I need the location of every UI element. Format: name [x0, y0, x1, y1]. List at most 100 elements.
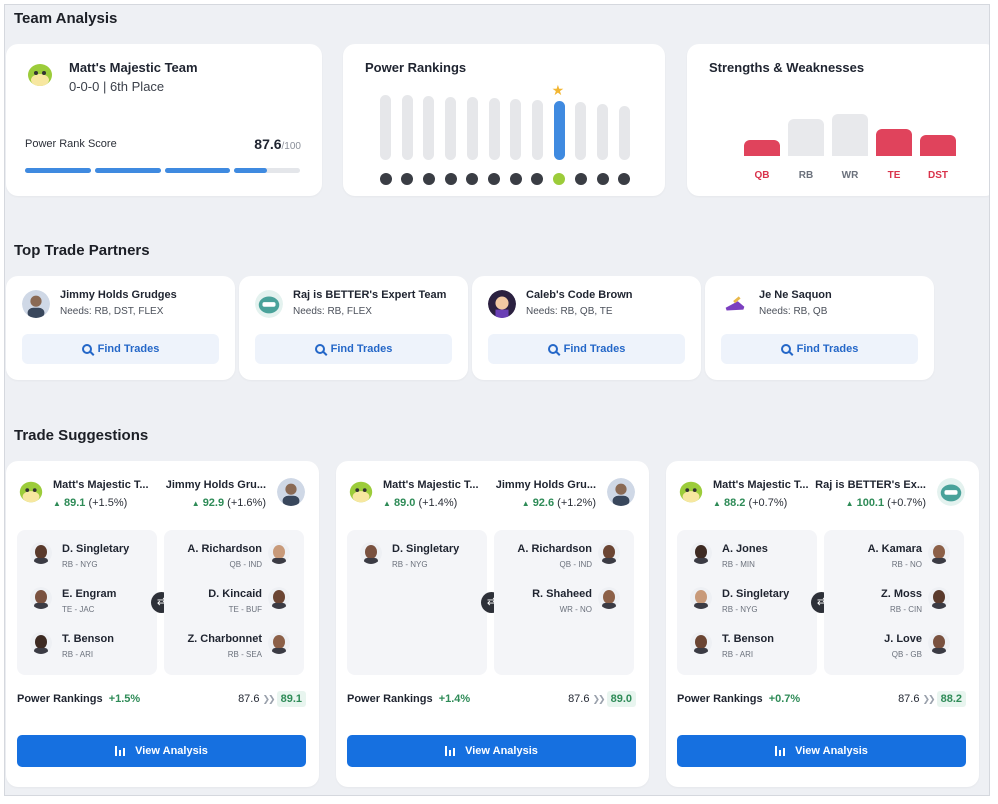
- view-analysis-label: View Analysis: [135, 745, 208, 757]
- power-rankings-compare: 87.6 ❯❯ 88.2: [898, 691, 966, 707]
- find-trades-button[interactable]: Find Trades: [721, 334, 918, 364]
- star-icon: ★: [551, 81, 565, 98]
- player-name: Z. Moss: [881, 588, 922, 600]
- partner-team-score: ▲ 92.6 (+1.2%): [521, 497, 596, 509]
- player-position: RB - NO: [891, 560, 922, 569]
- player-name: A. Richardson: [187, 543, 262, 555]
- player-photo: [598, 587, 620, 609]
- team-logo-icon: [444, 173, 457, 185]
- view-analysis-button[interactable]: View Analysis: [347, 735, 636, 767]
- player-row[interactable]: Z. Charbonnet RB - SEA: [164, 630, 304, 670]
- search-icon: [547, 344, 558, 354]
- strength-label-te: TE: [887, 170, 901, 181]
- power-rank-bar: [575, 102, 587, 160]
- trade-suggestion-card: Matt's Majestic T... ▲ 88.2 (+0.7%) Raj is…: [666, 461, 979, 787]
- player-row[interactable]: D. Singletary RB - NYG: [677, 585, 817, 625]
- player-row[interactable]: J. Love QB - GB: [824, 630, 964, 670]
- player-position: RB - MIN: [722, 560, 755, 569]
- partner-team-score: ▲ 92.9 (+1.6%): [191, 497, 266, 509]
- player-row[interactable]: T. Benson RB - ARI: [17, 630, 157, 670]
- player-name: D. Singletary: [392, 543, 460, 555]
- player-photo: [690, 587, 712, 609]
- player-photo: [30, 587, 52, 609]
- power-rankings-compare: 87.6 ❯❯ 89.0: [568, 691, 636, 707]
- player-name: T. Benson: [62, 633, 114, 645]
- partner-name: Raj is BETTER's Expert Team: [293, 289, 447, 301]
- power-rank-bar: [380, 95, 391, 160]
- bar-chart-icon: [115, 746, 127, 756]
- player-row[interactable]: A. Jones RB - MIN: [677, 540, 817, 580]
- team-logo-icon: [574, 173, 587, 185]
- player-position: TE - BUF: [228, 605, 262, 614]
- find-trades-button[interactable]: Find Trades: [22, 334, 219, 364]
- partner-avatar: [22, 290, 50, 318]
- player-position: QB - IND: [559, 560, 592, 569]
- team-logo-icon: [422, 173, 435, 185]
- strength-label-rb: RB: [798, 170, 814, 181]
- strengths-title: Strengths & Weaknesses: [709, 60, 865, 75]
- strength-label-wr: WR: [841, 170, 859, 181]
- strength-bar-dst: [920, 134, 956, 156]
- partner-name: Caleb's Code Brown: [526, 289, 633, 301]
- power-rankings-card: Power Rankings ★: [343, 44, 665, 196]
- player-position: RB - SEA: [227, 650, 262, 659]
- player-name: A. Jones: [722, 543, 768, 555]
- team-record: 0-0-0 | 6th Place: [69, 79, 165, 94]
- search-icon: [314, 344, 325, 354]
- double-chevron-right-icon: ❯❯: [262, 693, 275, 704]
- player-row[interactable]: Z. Moss RB - CIN: [824, 585, 964, 625]
- power-rank-segment: [234, 168, 300, 173]
- player-row[interactable]: A. Kamara RB - NO: [824, 540, 964, 580]
- partner-avatar: [488, 290, 516, 318]
- team-logo-icon: [25, 60, 55, 90]
- arrow-up-icon: ▲: [845, 499, 854, 508]
- double-chevron-right-icon: ❯❯: [592, 693, 605, 704]
- power-rankings-change: Power Rankings +0.7%: [677, 693, 801, 705]
- player-row[interactable]: R. Shaheed WR - NO: [494, 585, 634, 625]
- partner-needs: Needs: RB, QB, TE: [526, 306, 613, 317]
- arrow-up-icon: ▲: [383, 499, 391, 508]
- player-row[interactable]: D. Singletary RB - NYG: [17, 540, 157, 580]
- view-analysis-button[interactable]: View Analysis: [677, 735, 966, 767]
- trade-partner-card: Caleb's Code Brown Needs: RB, QB, TE Find …: [472, 276, 701, 380]
- strength-bar-te: [876, 129, 912, 156]
- find-trades-button[interactable]: Find Trades: [488, 334, 685, 364]
- power-rank-bar: [510, 98, 522, 160]
- player-row[interactable]: E. Engram TE - JAC: [17, 585, 157, 625]
- player-photo: [928, 587, 950, 609]
- own-team-name: Matt's Majestic T...: [713, 479, 809, 491]
- trade-suggestion-card: Matt's Majestic T... ▲ 89.0 (+1.4%) Jimmy …: [336, 461, 649, 787]
- player-position: RB - CIN: [890, 605, 922, 614]
- partner-team-avatar: [277, 478, 305, 506]
- team-name: Matt's Majestic Team: [69, 60, 198, 75]
- strength-label-dst: DST: [928, 170, 948, 181]
- player-row[interactable]: A. Richardson QB - IND: [494, 540, 634, 580]
- player-photo: [598, 542, 620, 564]
- app-frame: Team Analysis Matt's Majestic Team 0-0-0…: [4, 4, 990, 796]
- give-players-panel: A. Jones RB - MIN D. Singletary RB - NYG T. …: [677, 530, 817, 675]
- own-team-avatar: [677, 478, 705, 506]
- power-rankings-change: Power Rankings +1.5%: [17, 693, 141, 705]
- partner-needs: Needs: RB, DST, FLEX: [60, 306, 164, 317]
- strengths-card: Strengths & Weaknesses QB RB WR TE DST: [687, 44, 989, 196]
- view-analysis-button[interactable]: View Analysis: [17, 735, 306, 767]
- player-name: A. Richardson: [517, 543, 592, 555]
- bar-chart-icon: [775, 746, 787, 756]
- arrow-up-icon: ▲: [53, 499, 61, 508]
- power-rank-bar: [488, 98, 500, 160]
- strength-bar-rb: [788, 118, 824, 156]
- own-team-score: ▲ 89.1 (+1.5%): [53, 497, 128, 509]
- bar-chart-icon: [445, 746, 457, 756]
- own-team-avatar: [17, 478, 45, 506]
- player-row[interactable]: D. Kincaid TE - BUF: [164, 585, 304, 625]
- player-row[interactable]: A. Richardson QB - IND: [164, 540, 304, 580]
- strength-label-qb: QB: [754, 170, 770, 181]
- power-rank-bar: [423, 95, 435, 160]
- partner-team-avatar: [937, 478, 965, 506]
- power-rankings-change: Power Rankings +1.4%: [347, 693, 471, 705]
- player-row[interactable]: D. Singletary RB - NYG: [347, 540, 487, 580]
- player-position: QB - GB: [891, 650, 922, 659]
- find-trades-button[interactable]: Find Trades: [255, 334, 452, 364]
- player-row[interactable]: T. Benson RB - ARI: [677, 630, 817, 670]
- player-name: Z. Charbonnet: [187, 633, 262, 645]
